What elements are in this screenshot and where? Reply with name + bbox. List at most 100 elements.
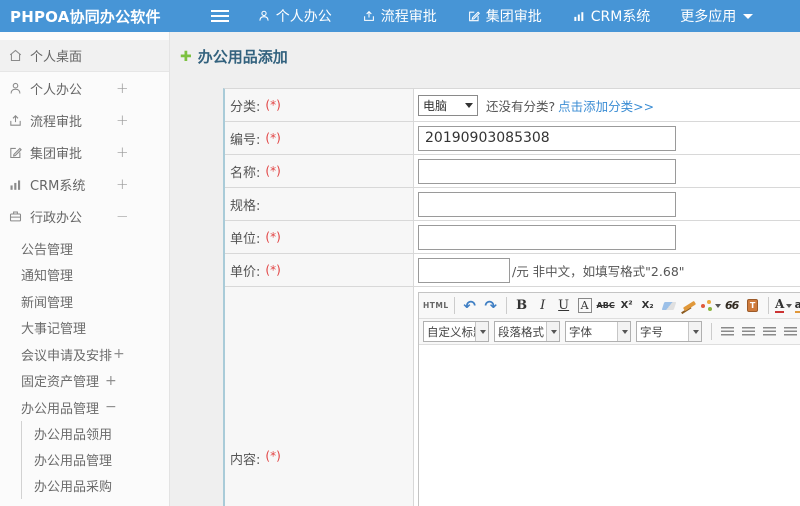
chevron-down-icon [743, 13, 754, 19]
price-label: 单价: (*) [225, 254, 414, 286]
expand-toggle[interactable]: + [113, 346, 125, 362]
spec-label: 规格: [225, 188, 414, 220]
color-effects-button[interactable] [700, 296, 721, 316]
sidebar-item-announcement-mgmt[interactable]: 公告管理 [0, 235, 169, 262]
unit-input[interactable] [418, 224, 676, 250]
sidebar-item-crm[interactable]: CRM系统 + [0, 168, 169, 200]
code-input[interactable] [418, 125, 676, 151]
eraser-icon [661, 301, 676, 310]
nav-item-personal-office[interactable]: 个人办公 [257, 6, 332, 26]
sidebar-item-fixed-assets-mgmt[interactable]: 固定资产管理 + [0, 368, 169, 395]
superscript-button[interactable]: X² [617, 296, 637, 316]
spec-input[interactable] [418, 191, 676, 217]
expand-toggle[interactable]: + [116, 72, 129, 104]
form-row-code: 编号: (*) [225, 122, 800, 155]
custom-heading-select[interactable]: 自定义标题 [423, 321, 489, 342]
paste-plain-button[interactable]: T [743, 296, 763, 316]
sidebar-admin-submenu: 公告管理 通知管理 新闻管理 大事记管理 会议申请及安排 + 固定资产管理 + … [0, 235, 169, 499]
sidebar-item-meeting-request[interactable]: 会议申请及安排 + [0, 341, 169, 368]
sidebar-item-group-approval[interactable]: 集团审批 + [0, 136, 169, 168]
format-painter-button[interactable] [680, 296, 700, 316]
font-family-select[interactable]: 字体 [565, 321, 631, 342]
hamburger-menu-icon[interactable] [210, 15, 229, 17]
font-size-select[interactable]: 字号 [636, 321, 702, 342]
nav-item-label: CRM系统 [590, 9, 651, 25]
underline-button[interactable]: U [554, 296, 574, 316]
subscript-button[interactable]: X₂ [638, 296, 658, 316]
sidebar-item-admin-office[interactable]: 行政办公 − [0, 200, 169, 232]
border-text-button[interactable]: A [575, 296, 595, 316]
briefcase-icon [8, 209, 23, 224]
nav-item-label: 流程审批 [380, 9, 437, 25]
sidebar-item-memorabilia-mgmt[interactable]: 大事记管理 [0, 315, 169, 342]
edit-icon [467, 9, 481, 23]
select-label: 字体 [569, 324, 592, 339]
align-justify-button[interactable] [780, 322, 800, 342]
label-text: 名称: [230, 165, 261, 181]
form-row-price: 单价: (*) /元 非中文，如填写格式"2.68" [225, 254, 800, 287]
sidebar-item-personal-desktop[interactable]: 个人桌面 [0, 40, 169, 72]
html-source-button[interactable]: HTML [423, 296, 449, 316]
select-label: 段落格式 [498, 324, 544, 339]
nav-item-group-approval[interactable]: 集团审批 [467, 6, 542, 26]
collapse-toggle[interactable]: − [105, 399, 117, 415]
spec-field-cell [414, 188, 800, 220]
expand-toggle[interactable]: + [116, 168, 129, 200]
highlight-color-button[interactable]: ab [794, 296, 800, 316]
submenu-label: 新闻管理 [21, 295, 74, 311]
sidebar-item-news-mgmt[interactable]: 新闻管理 [0, 288, 169, 315]
undo-button[interactable]: ↶ [460, 296, 480, 316]
form-table: 分类: (*) 电脑 还没有分类? 点击添加分类>> 编号: (*) 20190… [223, 88, 800, 506]
code-field-cell [414, 122, 800, 154]
align-center-button[interactable] [738, 322, 758, 342]
submenu-label: 公告管理 [21, 242, 74, 258]
sidebar-item-office-supplies-mgmt[interactable]: 办公用品管理 − [0, 394, 169, 421]
align-left-button[interactable] [717, 322, 737, 342]
expand-toggle[interactable]: + [116, 136, 129, 168]
nav-item-workflow-approval[interactable]: 流程审批 [362, 6, 437, 26]
name-input[interactable] [418, 158, 676, 184]
price-format-hint: /元 非中文，如填写格式"2.68" [512, 263, 685, 279]
nav-item-more-apps[interactable]: 更多应用 [680, 6, 754, 26]
sidebar-item-supplies-manage[interactable]: 办公用品管理 [22, 447, 169, 473]
required-mark: (*) [265, 230, 281, 244]
font-color-button[interactable]: A [774, 296, 794, 316]
align-justify-icon [783, 326, 797, 337]
blockquote-button[interactable]: 66 [722, 296, 742, 316]
sidebar-item-notice-mgmt[interactable]: 通知管理 [0, 262, 169, 289]
remove-format-button[interactable] [659, 296, 679, 316]
sidebar-item-label: 集团审批 [30, 146, 83, 162]
category-select[interactable]: 电脑 [418, 94, 478, 116]
redo-button[interactable]: ↷ [481, 296, 501, 316]
price-input[interactable] [418, 257, 510, 283]
bold-button[interactable]: B [512, 296, 532, 316]
sidebar-item-supplies-purchase[interactable]: 办公用品采购 [22, 473, 169, 499]
collapse-toggle[interactable]: − [116, 200, 129, 232]
upload-icon [8, 113, 23, 128]
add-category-link[interactable]: 点击添加分类>> [558, 96, 654, 115]
label-text: 分类: [230, 99, 261, 115]
submenu-label: 办公用品管理 [21, 401, 100, 417]
label-text: 内容: [230, 453, 261, 468]
sidebar-item-label: CRM系统 [30, 178, 86, 194]
italic-button[interactable]: I [533, 296, 553, 316]
select-caret-button [688, 322, 701, 341]
nav-item-label: 更多应用 [680, 9, 737, 25]
strikethrough-button[interactable]: ABC [596, 296, 616, 316]
required-mark: (*) [265, 131, 281, 145]
form-row-content: 内容: (*) HTML ↶ ↷ B I U A ABC X² X₂ 66 T … [225, 287, 800, 506]
paragraph-format-select[interactable]: 段落格式 [494, 321, 560, 342]
align-right-button[interactable] [759, 322, 779, 342]
brand-logo: PHPOA协同办公软件 [10, 7, 161, 26]
submenu-label: 会议申请及安排 [21, 348, 113, 364]
rich-text-editor: HTML ↶ ↷ B I U A ABC X² X₂ 66 T A a 自定义标… [418, 292, 800, 506]
expand-toggle[interactable]: + [105, 373, 117, 389]
sidebar-item-workflow-approval[interactable]: 流程审批 + [0, 104, 169, 136]
editor-content-area[interactable] [419, 345, 800, 506]
sidebar-item-supplies-requisition[interactable]: 办公用品领用 [22, 421, 169, 447]
submenu-label: 通知管理 [21, 269, 74, 285]
expand-toggle[interactable]: + [116, 104, 129, 136]
nav-item-crm[interactable]: CRM系统 [572, 6, 651, 26]
highlight-icon: ab [794, 299, 800, 313]
sidebar-item-personal-office[interactable]: 个人办公 + [0, 72, 169, 104]
